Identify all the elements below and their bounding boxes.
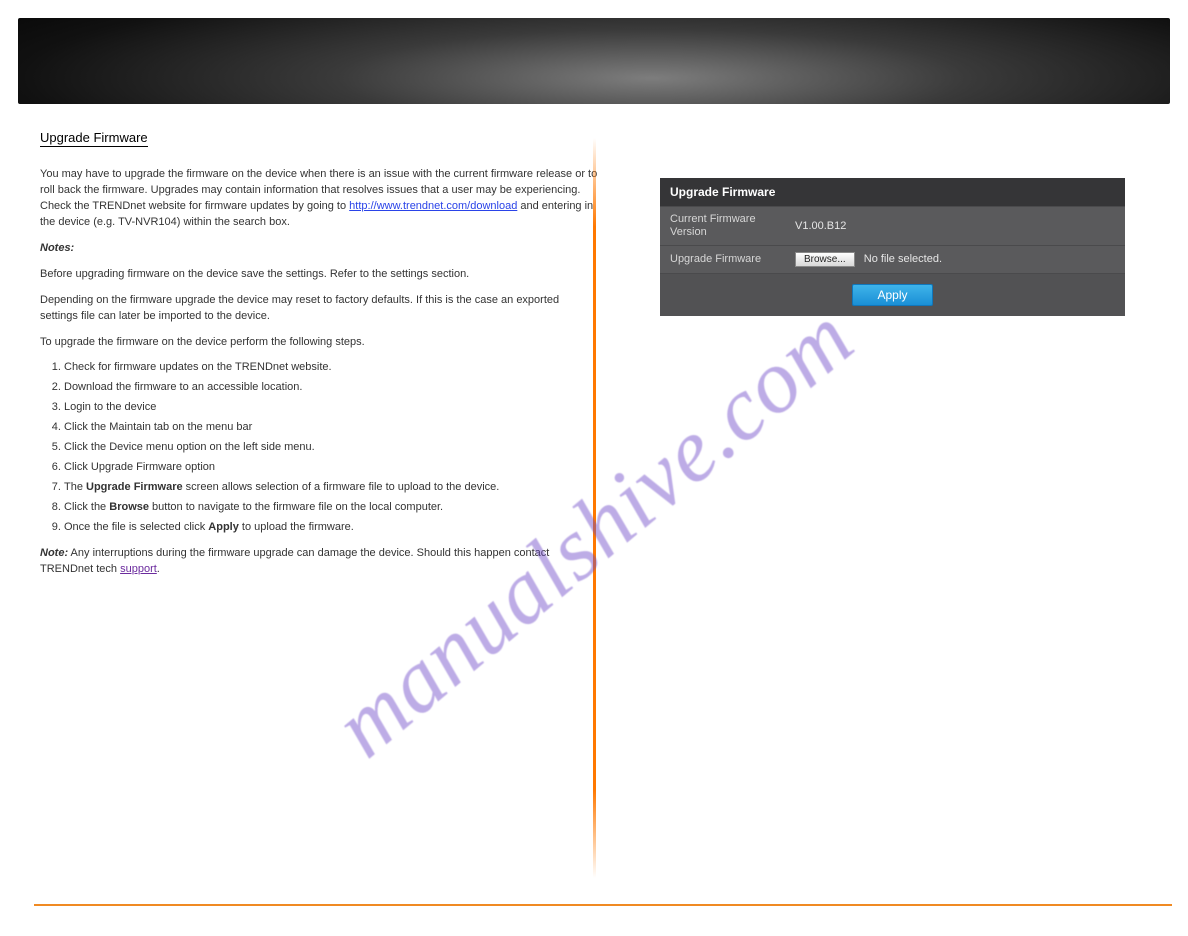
note-1: Before upgrading firmware on the device … [40,267,600,283]
panel-title: Upgrade Firmware [660,178,1125,206]
step8-bold: Browse [109,501,149,513]
panel-row-upgrade: Upgrade Firmware Browse... No file selec… [660,245,1125,273]
download-link[interactable]: http://www.trendnet.com/download [349,200,517,212]
version-label: Current Firmware Version [670,213,795,239]
step8-suffix: button to navigate to the firmware file … [149,501,443,513]
step-7: The Upgrade Firmware screen allows selec… [64,480,600,496]
step9-prefix: Once the file is selected click [64,521,208,533]
panel-row-version: Current Firmware Version V1.00.B12 [660,206,1125,245]
intro-text: You may have to upgrade the firmware on … [40,167,600,578]
browse-button[interactable]: Browse... [795,252,855,267]
tech-note-label: Note: [40,547,68,559]
step-9: Once the file is selected click Apply to… [64,520,600,536]
step9-suffix: to upload the firmware. [239,521,354,533]
note-2: Depending on the firmware upgrade the de… [40,293,600,325]
tech-note: Note: Any interruptions during the firmw… [40,546,600,578]
header-banner [18,18,1170,104]
support-link[interactable]: support [120,563,157,575]
step-3: Login to the device [64,400,600,416]
step7-prefix: The [64,481,86,493]
firmware-panel: Upgrade Firmware Current Firmware Versio… [660,178,1125,316]
step9-bold: Apply [208,521,239,533]
step-8: Click the Browse button to navigate to t… [64,500,600,516]
step-6: Click Upgrade Firmware option [64,460,600,476]
column-divider [593,138,596,878]
step-4: Click the Maintain tab on the menu bar [64,420,600,436]
step-2: Download the firmware to an accessible l… [64,380,600,396]
section-title: Upgrade Firmware [40,130,148,147]
apply-button[interactable]: Apply [852,284,932,306]
footer-rule [34,904,1172,906]
panel-footer: Apply [660,273,1125,316]
tech-note-prefix: Any interruptions during the firmware up… [40,547,549,575]
upgrade-label: Upgrade Firmware [670,253,795,266]
version-value: V1.00.B12 [795,220,846,232]
tech-note-suffix: . [157,563,160,575]
step-5: Click the Device menu option on the left… [64,440,600,456]
steps-list: Check for firmware updates on the TRENDn… [64,360,600,535]
no-file-text: No file selected. [864,253,942,265]
instructions-intro: To upgrade the firmware on the device pe… [40,335,600,351]
step-1: Check for firmware updates on the TRENDn… [64,360,600,376]
step7-bold: Upgrade Firmware [86,481,183,493]
notes-label: Notes: [40,242,74,254]
step7-suffix: screen allows selection of a firmware fi… [183,481,500,493]
step8-prefix: Click the [64,501,109,513]
